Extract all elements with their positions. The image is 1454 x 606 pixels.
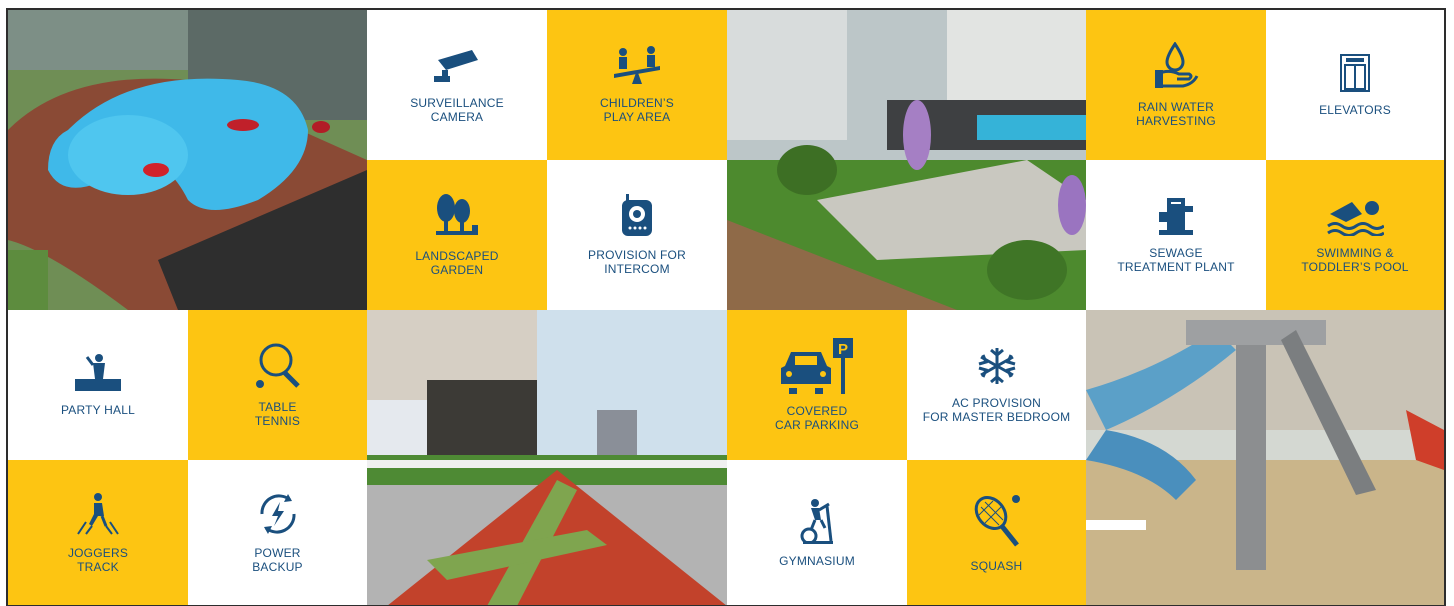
amenity-party-hall: PARTY HALL [8,310,188,460]
amenity-label-line1: AC PROVISION [951,396,1042,410]
amenity-children-play-area: CHILDREN’S PLAY AREA [547,10,727,160]
elevator-icon [1340,54,1370,92]
amenity-label-line2: INTERCOM [604,262,670,276]
amenity-label-line2: CAR PARKING [775,418,859,432]
amenity-intercom: PROVISION FOR INTERCOM [547,160,727,310]
table-tennis-icon [255,343,300,388]
garden-render-photo [727,10,1086,310]
pool-render-photo [8,10,367,310]
amenity-label-line1: POWER [254,546,301,560]
amenity-label-line1: LANDSCAPED [415,249,499,263]
squash-icon [974,495,1020,547]
joggers-track-icon [77,493,119,535]
sewage-treatment-icon [1159,198,1193,235]
party-hall-icon [75,354,121,391]
power-backup-icon [259,494,296,534]
rain-water-harvesting-icon [1155,42,1199,88]
amenity-label-line2: TREATMENT PLANT [1117,260,1235,274]
amenities-grid: SURVEILLANCE CAMERA CHILDREN’S PLAY AREA L… [8,10,1444,606]
amenity-power-backup: POWER BACKUP [188,460,367,606]
amenity-label-line1: RAIN WATER [1137,100,1214,114]
amenity-joggers-track: JOGGERS TRACK [8,460,188,606]
amenity-label-line1: COVERED [786,404,848,418]
intercom-icon [622,194,652,236]
landscaped-garden-icon [436,194,478,235]
amenity-squash: SQUASH [907,460,1086,606]
amenity-label-line1: CHILDREN’S [599,96,674,110]
amenity-elevators: ELEVATORS [1266,10,1444,160]
amenity-label-line2: BACKUP [252,560,303,574]
amenity-table-tennis: TABLE TENNIS [188,310,367,460]
amenity-covered-car-parking: P COVERED CAR PARKING [727,310,907,460]
amenity-label-line1: GYMNASIUM [779,554,855,568]
amenity-label-line1: TABLE [258,400,297,414]
amenity-label-line2: TRACK [77,560,119,574]
car-parking-icon: P [781,338,853,394]
amenity-rain-water-harvesting: RAIN WATER HARVESTING [1086,10,1266,160]
amenity-label-line2: PLAY AREA [603,110,671,124]
surveillance-camera-icon [434,50,478,82]
amenity-label-line1: SEWAGE [1149,246,1203,260]
amenity-label-line1: SURVEILLANCE [410,96,504,110]
amenity-label-line2: TODDLER’S POOL [1301,260,1409,274]
amenity-label-line2: TENNIS [254,414,301,428]
amenity-sewage-treatment-plant: SEWAGE TREATMENT PLANT [1086,160,1266,310]
amenity-label-line1: PARTY HALL [60,403,136,417]
amenity-label-line1: SQUASH [970,559,1023,573]
amenity-label-line2: FOR MASTER BEDROOM [922,410,1071,424]
jogging-track-render-photo [367,310,727,606]
amenity-label-line1: JOGGERS [67,546,129,560]
amenity-swimming-toddlers-pool: SWIMMING & TODDLER’S POOL [1266,160,1444,310]
svg-text:P: P [838,341,848,358]
amenity-surveillance-camera: SURVEILLANCE CAMERA [367,10,547,160]
amenity-label-line1: SWIMMING & [1316,246,1394,260]
snowflake-icon [978,348,1015,384]
amenity-label-line1: PROVISION FOR [588,248,686,262]
swimming-icon [1327,201,1384,236]
amenity-gymnasium: GYMNASIUM [727,460,907,606]
amenity-ac-provision: AC PROVISION FOR MASTER BEDROOM [907,310,1086,460]
amenity-label-line2: HARVESTING [1136,114,1216,128]
children-play-area-icon [614,46,660,84]
amenity-landscaped-garden: LANDSCAPED GARDEN [367,160,547,310]
slide-playground-render-photo [1086,310,1444,606]
amenity-label-line2: GARDEN [430,263,484,277]
amenity-label-line2: CAMERA [430,110,484,124]
gymnasium-icon [800,499,833,544]
amenity-label-line1: ELEVATORS [1319,103,1391,117]
